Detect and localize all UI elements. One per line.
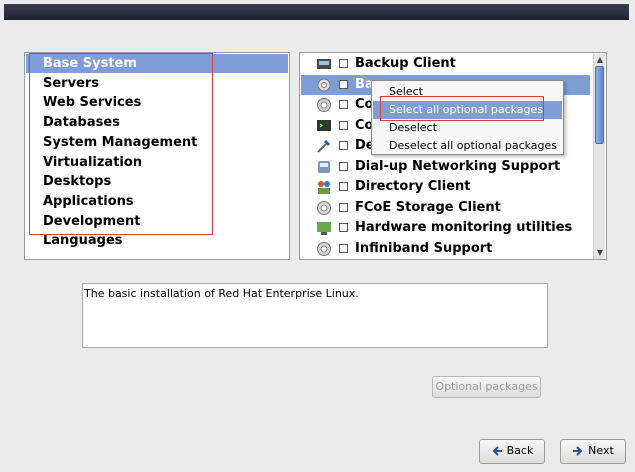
monitor-icon <box>316 220 332 236</box>
package-label: Infiniband Support <box>355 240 493 256</box>
group-description: The basic installation of Red Hat Enterp… <box>82 283 548 348</box>
infiniband-icon <box>316 241 332 257</box>
package-checkbox[interactable] <box>339 202 348 212</box>
category-item[interactable]: Desktops <box>26 172 288 191</box>
package-row[interactable]: Dial-up Networking Support <box>301 157 590 177</box>
category-item[interactable]: Servers <box>26 74 288 93</box>
context-menu-item[interactable]: Select all optional packages <box>373 101 562 119</box>
title-bar <box>4 4 629 20</box>
base-icon <box>316 77 332 93</box>
scroll-up-arrow-icon[interactable]: ▲ <box>595 55 605 65</box>
category-item[interactable]: Databases <box>26 113 288 132</box>
description-text: The basic installation of Red Hat Enterp… <box>84 287 359 300</box>
package-checkbox[interactable] <box>339 243 348 253</box>
package-checkbox[interactable] <box>339 120 348 130</box>
users-icon <box>316 179 332 195</box>
category-item[interactable]: Web Services <box>26 93 288 112</box>
back-label: Back <box>506 444 534 457</box>
package-label: FCoE Storage Client <box>355 199 501 215</box>
package-checkbox[interactable] <box>339 100 348 109</box>
package-row[interactable]: Hardware monitoring utilities <box>301 218 590 238</box>
context-menu-item[interactable]: Select <box>373 83 562 101</box>
backup-icon <box>316 56 332 72</box>
next-label: Next <box>588 444 614 457</box>
compat-icon <box>316 97 332 113</box>
package-checkbox[interactable] <box>339 59 348 68</box>
optional-packages-label: Optional packages <box>435 380 538 393</box>
category-item[interactable]: Development <box>26 212 288 231</box>
package-list-scrollbar[interactable]: ▲ ▼ <box>593 54 605 259</box>
phone-icon <box>316 159 332 175</box>
category-item[interactable]: Applications <box>26 192 288 211</box>
next-button[interactable]: Next <box>560 439 626 464</box>
console-icon <box>316 118 332 134</box>
scroll-down-arrow-icon[interactable]: ▼ <box>595 248 605 258</box>
package-checkbox[interactable] <box>339 79 348 89</box>
package-label: Directory Client <box>355 179 471 194</box>
category-item[interactable]: Virtualization <box>26 153 288 172</box>
context-menu-item[interactable]: Deselect all optional packages <box>373 137 562 155</box>
debug-icon <box>316 138 332 154</box>
package-label: Backup Client <box>355 56 456 71</box>
package-label: Dial-up Networking Support <box>355 158 561 174</box>
back-arrow-icon <box>492 446 502 456</box>
package-checkbox[interactable] <box>339 223 348 232</box>
category-item[interactable]: Languages <box>26 231 288 250</box>
context-menu-item[interactable]: Deselect <box>373 119 562 137</box>
category-item[interactable]: Base System <box>26 54 288 73</box>
back-button[interactable]: Back <box>479 439 545 464</box>
package-checkbox[interactable] <box>339 161 348 171</box>
package-row[interactable]: Backup Client <box>301 54 590 74</box>
package-checkbox[interactable] <box>339 141 348 150</box>
scrollbar-thumb[interactable] <box>595 66 604 144</box>
storage-icon <box>316 200 332 216</box>
package-row[interactable]: Infiniband Support <box>301 239 590 259</box>
category-item[interactable]: System Management <box>26 133 288 152</box>
context-menu: Select Select all optional packages Desele… <box>371 80 564 155</box>
category-list[interactable]: Base System Servers Web Services Databases S… <box>24 52 290 260</box>
package-row[interactable]: FCoE Storage Client <box>301 198 590 218</box>
next-arrow-icon <box>573 446 583 456</box>
optional-packages-button[interactable]: Optional packages <box>432 376 541 398</box>
package-label: Hardware monitoring utilities <box>355 220 573 235</box>
package-row[interactable]: Directory Client <box>301 177 590 197</box>
package-checkbox[interactable] <box>339 182 348 191</box>
